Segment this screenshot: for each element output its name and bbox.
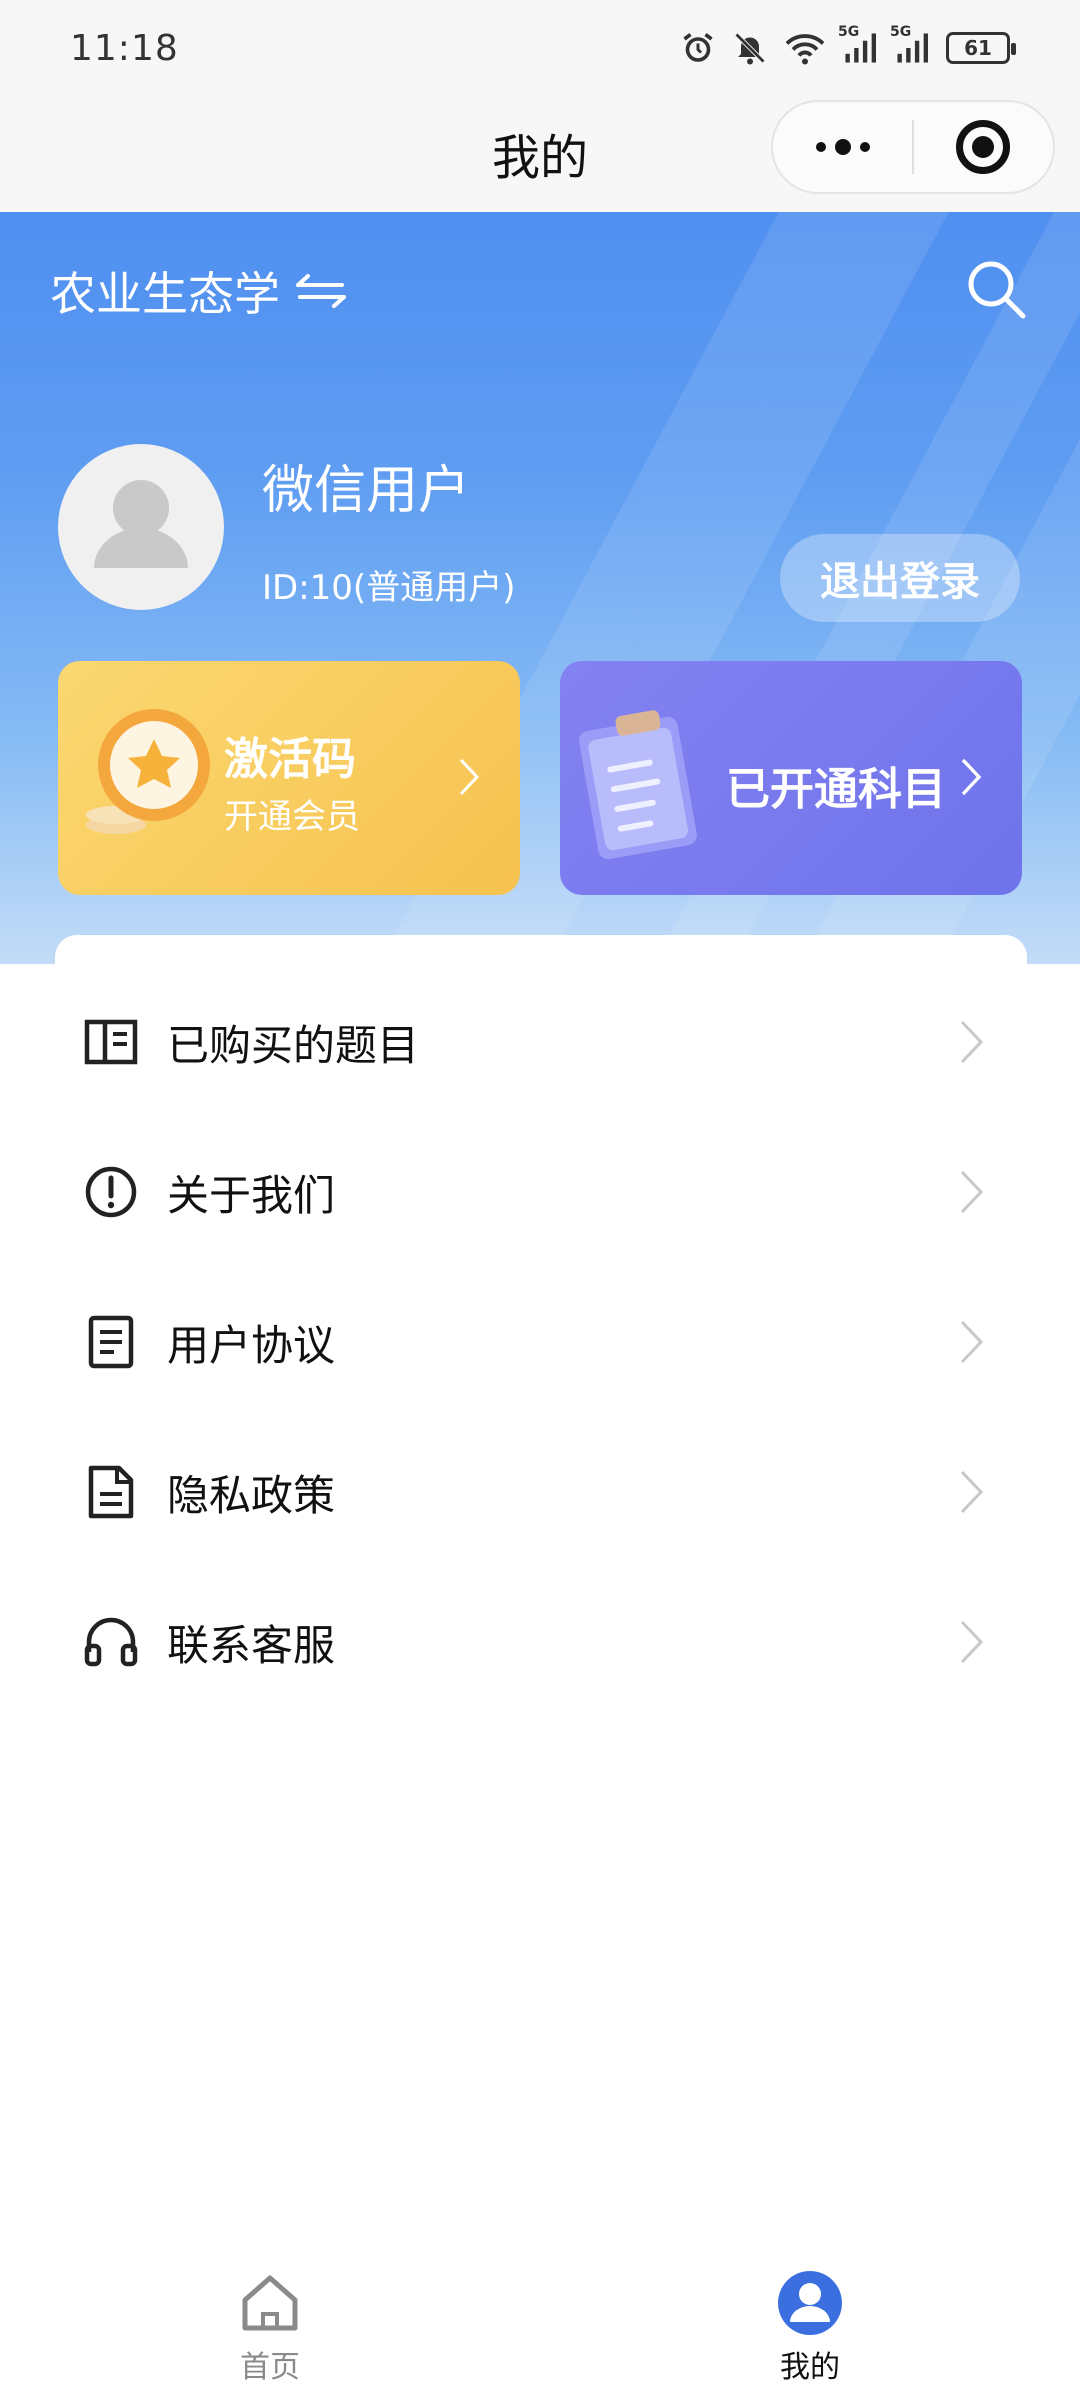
user-name: 微信用户 bbox=[262, 461, 471, 521]
subject-switcher[interactable]: 农业生态学 bbox=[50, 258, 348, 324]
user-id: ID:10(普通用户) bbox=[262, 568, 516, 608]
status-icons: 5G 5G 61 bbox=[680, 24, 1016, 66]
user-icon bbox=[778, 2271, 842, 2335]
book-icon bbox=[84, 1019, 138, 1065]
subject-name: 农业生态学 bbox=[50, 267, 280, 321]
chevron-right-icon bbox=[960, 1020, 984, 1064]
wifi-icon bbox=[785, 34, 825, 65]
menu-item-label: 用户协议 bbox=[167, 1320, 336, 1370]
menu-item-label: 隐私政策 bbox=[167, 1470, 336, 1520]
close-miniprogram-button[interactable] bbox=[914, 102, 1053, 192]
signal-1: 5G bbox=[838, 24, 878, 64]
tab-home[interactable]: 首页 bbox=[170, 2250, 370, 2400]
chevron-right-icon bbox=[960, 1470, 984, 1514]
activation-card-title: 激活码 bbox=[224, 734, 356, 785]
network-type-label: 5G bbox=[890, 24, 912, 40]
menu-item-purchased[interactable]: 已购买的题目 bbox=[55, 967, 1027, 1117]
menu-item-about[interactable]: 关于我们 bbox=[55, 1117, 1027, 1267]
status-time: 11:18 bbox=[70, 28, 179, 69]
clipboard-icon bbox=[579, 710, 697, 860]
menu-list: 已购买的题目 关于我们 用户协议 隐私政策 联系客服 bbox=[55, 935, 1027, 1735]
menu-item-label: 联系客服 bbox=[167, 1620, 336, 1670]
network-type-label: 5G bbox=[838, 24, 860, 40]
document-icon bbox=[88, 1315, 134, 1369]
coin-star-icon bbox=[86, 709, 210, 834]
chevron-right-icon bbox=[961, 758, 982, 796]
info-icon bbox=[85, 1166, 137, 1218]
nav-bar: 我的 bbox=[0, 100, 1080, 212]
headset-icon bbox=[84, 1617, 138, 1667]
menu-item-label: 关于我们 bbox=[167, 1170, 336, 1220]
tab-label: 首页 bbox=[240, 2350, 300, 2385]
more-icon-dot bbox=[834, 139, 851, 155]
more-icon-dot bbox=[859, 142, 870, 152]
status-bar: 11:18 5G 5G 61 bbox=[0, 0, 1080, 100]
battery-icon: 61 bbox=[946, 32, 1016, 64]
menu-item-customer-service[interactable]: 联系客服 bbox=[55, 1567, 1027, 1717]
chevron-right-icon bbox=[960, 1170, 984, 1214]
chevron-right-icon bbox=[960, 1320, 984, 1364]
switch-icon bbox=[296, 274, 346, 308]
menu-item-privacy-policy[interactable]: 隐私政策 bbox=[55, 1417, 1027, 1567]
file-icon bbox=[88, 1465, 134, 1519]
activation-card-subtitle: 开通会员 bbox=[224, 797, 360, 837]
opened-subjects-card[interactable]: 已开通科目 bbox=[560, 661, 1022, 895]
alarm-icon bbox=[683, 33, 713, 62]
close-miniprogram-icon bbox=[956, 120, 1011, 174]
more-button[interactable] bbox=[773, 102, 912, 192]
activation-code-card[interactable]: 激活码 开通会员 bbox=[58, 661, 520, 895]
home-icon bbox=[242, 2275, 298, 2331]
search-icon[interactable] bbox=[964, 257, 1028, 321]
mute-icon bbox=[734, 32, 766, 65]
signal-2: 5G bbox=[890, 24, 930, 64]
avatar[interactable] bbox=[58, 444, 224, 610]
opened-subjects-title: 已开通科目 bbox=[726, 764, 946, 815]
tab-label: 我的 bbox=[780, 2350, 840, 2385]
logout-button[interactable]: 退出登录 bbox=[780, 534, 1020, 622]
chevron-right-icon bbox=[960, 1620, 984, 1664]
menu-item-label: 已购买的题目 bbox=[167, 1020, 420, 1070]
menu-item-user-agreement[interactable]: 用户协议 bbox=[55, 1267, 1027, 1417]
tab-mine[interactable]: 我的 bbox=[710, 2250, 910, 2400]
battery-level: 61 bbox=[964, 36, 992, 60]
chevron-right-icon bbox=[459, 758, 480, 796]
tab-bar: 首页 我的 bbox=[0, 2250, 1080, 2400]
more-icon bbox=[815, 142, 826, 152]
profile-header: 农业生态学 微信用户 ID:10(普通用户) 退出登录 激活码 开通会员 已开通… bbox=[0, 212, 1080, 964]
miniprogram-capsule bbox=[771, 100, 1055, 194]
